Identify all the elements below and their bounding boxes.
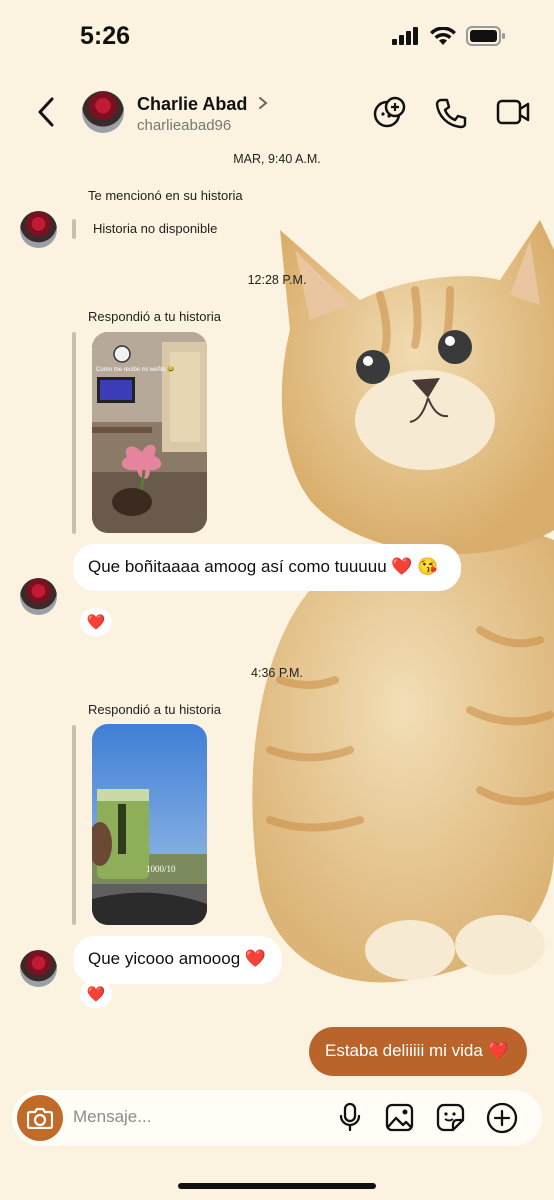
story-caption: 1000/10 — [146, 864, 176, 874]
home-indicator — [178, 1183, 376, 1189]
message-input[interactable]: Mensaje... — [73, 1107, 151, 1127]
reply-bar — [72, 725, 76, 925]
add-icon[interactable] — [486, 1102, 518, 1134]
story-unavailable: Historia no disponible — [93, 221, 218, 236]
effects-icon[interactable] — [373, 95, 407, 129]
message-bubble[interactable]: Que yicooo amooog ❤️ — [73, 936, 283, 984]
message-bubble[interactable]: Que boñitaaaa amoog así como tuuuuu ❤️ 😘 — [73, 544, 461, 591]
camera-button[interactable] — [17, 1095, 63, 1141]
message-reaction[interactable]: ❤️ — [80, 980, 112, 1008]
back-icon[interactable] — [36, 97, 56, 127]
status-icons — [392, 26, 506, 46]
contact-username[interactable]: charlieabad96 — [137, 117, 231, 134]
story-reply-label: Respondió a tu historia — [88, 702, 221, 717]
status-time: 5:26 — [80, 22, 131, 50]
timestamp: 4:36 P.M. — [251, 666, 303, 680]
story-thumbnail[interactable]: 1000/10 — [92, 724, 207, 925]
sticker-icon[interactable] — [436, 1103, 465, 1132]
mention-label: Te mencionó en su historia — [88, 188, 243, 203]
cat-illustration — [252, 220, 554, 983]
heart-icon: ❤️ — [86, 986, 106, 1003]
message-reaction[interactable]: ❤️ — [80, 608, 112, 636]
gallery-icon[interactable] — [385, 1103, 414, 1132]
cellular-signal-icon — [392, 27, 418, 45]
phone-call-icon[interactable] — [435, 97, 467, 129]
sender-avatar[interactable] — [20, 950, 57, 987]
story-reply-label: Respondió a tu historia — [88, 309, 221, 324]
sender-avatar[interactable] — [20, 578, 57, 615]
reply-bar — [72, 219, 76, 239]
battery-icon — [466, 26, 505, 46]
microphone-icon[interactable] — [338, 1102, 362, 1132]
story-thumbnail[interactable]: Como me recibe mi weñto 😂 — [92, 332, 207, 533]
timestamp: 12:28 P.M. — [247, 273, 307, 287]
sent-message-bubble[interactable]: Estaba deliiiii mi vida ❤️ — [309, 1027, 527, 1076]
header-avatar[interactable] — [82, 91, 124, 133]
sender-avatar[interactable] — [20, 211, 57, 248]
heart-icon: ❤️ — [86, 614, 106, 631]
reply-bar — [72, 332, 76, 534]
chevron-right-icon[interactable] — [258, 96, 268, 110]
wifi-icon — [430, 26, 456, 45]
contact-name[interactable]: Charlie Abad — [137, 94, 247, 115]
timestamp: MAR, 9:40 A.M. — [233, 152, 321, 166]
video-call-icon[interactable] — [496, 99, 530, 125]
camera-icon — [27, 1107, 53, 1129]
story-caption: Como me recibe mi weñto 😂 — [96, 367, 175, 373]
